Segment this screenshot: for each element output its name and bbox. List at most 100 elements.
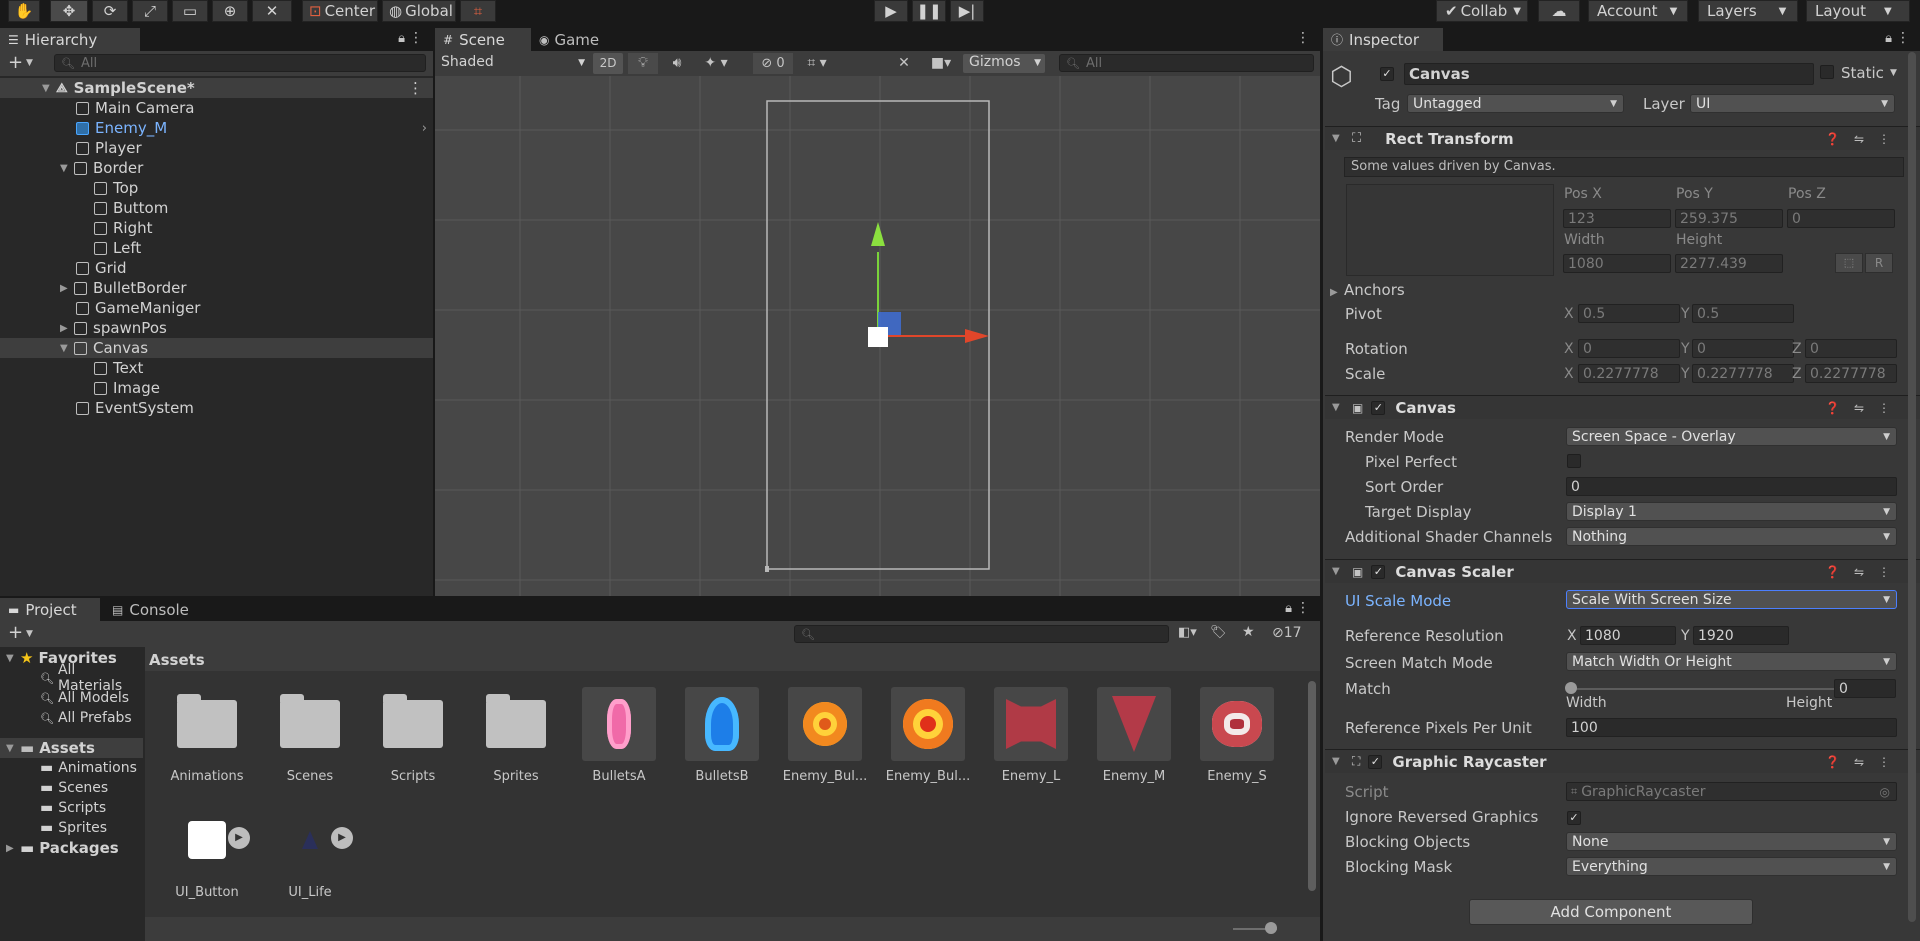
target-display-dropdown[interactable]: Display 1 ▼	[1566, 502, 1897, 521]
project-search-input[interactable]: 🔍︎	[794, 625, 1169, 643]
audio-icon[interactable]: 🔊︎	[662, 53, 692, 74]
enabled-checkbox[interactable]: ✓	[1371, 564, 1386, 579]
tab-hierarchy[interactable]: ☰ Hierarchy	[0, 28, 140, 51]
help-icon[interactable]: ❓	[1825, 132, 1840, 146]
step-button[interactable]: ▶|	[950, 0, 984, 22]
y-axis-arrow[interactable]	[871, 222, 885, 246]
chevron-down-icon[interactable]: ▼	[26, 629, 33, 639]
pixel-perfect-checkbox[interactable]	[1567, 454, 1581, 472]
scene-row[interactable]: ▼ ⟁ SampleScene* ⋮	[0, 78, 433, 98]
list-item[interactable]: Buttom	[0, 198, 433, 218]
ui-scale-mode-dropdown[interactable]: Scale With Screen Size ▼	[1566, 590, 1897, 609]
effects-icon[interactable]: ✦ ▾	[696, 53, 736, 74]
chevron-down-icon[interactable]: ▼	[1890, 68, 1897, 78]
list-item[interactable]: 🔍︎ All Models	[0, 688, 143, 708]
move-tool-icon[interactable]: ✥	[50, 0, 88, 22]
hand-tool-icon[interactable]: ✋	[8, 0, 40, 22]
reference-x-field[interactable]: 1080	[1580, 626, 1676, 645]
blueprint-mode-icon[interactable]: ⬚	[1835, 253, 1863, 273]
scene-viewport[interactable]	[435, 76, 1320, 596]
asset-item[interactable]: Enemy_L	[983, 687, 1079, 784]
custom-tool-icon[interactable]: ✕	[252, 0, 292, 22]
asset-item[interactable]: Scripts	[365, 687, 461, 784]
thumbnail-size-slider[interactable]	[1265, 922, 1277, 934]
help-icon[interactable]: ❓	[1825, 755, 1840, 769]
plus-icon[interactable]: +	[8, 52, 23, 73]
pause-button[interactable]: ❚❚	[912, 0, 946, 22]
match-slider-thumb[interactable]	[1565, 682, 1577, 694]
hidden-packages-toggle[interactable]: ⊘17	[1272, 625, 1302, 641]
expand-triangle-icon[interactable]: ▼	[6, 743, 20, 754]
kebab-menu-icon[interactable]: ⋮	[1296, 30, 1310, 46]
center-handle[interactable]	[868, 327, 888, 347]
expand-triangle-icon[interactable]: ▼	[6, 653, 20, 664]
shader-channels-dropdown[interactable]: Nothing ▼	[1566, 527, 1897, 546]
tab-scene[interactable]: # Scene	[435, 28, 531, 51]
chevron-right-icon[interactable]: ›	[422, 121, 427, 136]
asset-item[interactable]: BulletsB	[674, 687, 770, 784]
list-item[interactable]: ▼ Border	[0, 158, 433, 178]
graphic-raycaster-header[interactable]: ▼ ⛶ ✓ Graphic Raycaster ❓ ⇋ ⋮	[1325, 749, 1920, 773]
asset-item[interactable]: Animations	[159, 687, 255, 784]
list-item[interactable]: ▶ BulletBorder	[0, 278, 433, 298]
filter-by-label-icon[interactable]: 🏷︎	[1210, 625, 1227, 640]
collapse-triangle-icon[interactable]: ▶	[6, 843, 20, 854]
preset-icon[interactable]: ⇋	[1854, 565, 1864, 579]
play-circle-icon[interactable]: ▶	[228, 827, 250, 849]
lock-icon[interactable]: 🔒︎	[1885, 31, 1892, 46]
account-dropdown[interactable]: Account ▼	[1588, 0, 1688, 22]
plus-icon[interactable]: +	[8, 622, 23, 643]
expand-triangle-icon[interactable]: ▼	[1332, 566, 1346, 577]
layers-dropdown[interactable]: Layers ▼	[1698, 0, 1798, 22]
rect-tool-icon[interactable]: ▭	[172, 0, 208, 22]
asset-item[interactable]: Enemy_Bul...	[880, 687, 976, 784]
help-icon[interactable]: ❓	[1825, 565, 1840, 579]
kebab-menu-icon[interactable]: ⋮	[1878, 755, 1890, 769]
collapse-triangle-icon[interactable]: ▶	[60, 283, 74, 294]
kebab-menu-icon[interactable]: ⋮	[1896, 30, 1910, 46]
list-item[interactable]: Main Camera	[0, 98, 433, 118]
static-checkbox[interactable]	[1820, 65, 1834, 83]
enabled-checkbox[interactable]: ✓	[1368, 754, 1383, 769]
list-item[interactable]: ▬ Scenes	[0, 778, 143, 798]
kebab-menu-icon[interactable]: ⋮	[408, 79, 423, 97]
expand-triangle-icon[interactable]: ▼	[60, 343, 74, 354]
reference-ppu-field[interactable]: 100	[1566, 718, 1897, 737]
list-item[interactable]: ▬ Scripts	[0, 798, 143, 818]
match-slider-track[interactable]	[1570, 688, 1834, 690]
gizmos-dropdown[interactable]: Gizmos ▼	[963, 54, 1045, 73]
blocking-objects-dropdown[interactable]: None ▼	[1566, 832, 1897, 851]
render-mode-dropdown[interactable]: Screen Space - Overlay ▼	[1566, 427, 1897, 446]
help-icon[interactable]: ❓	[1825, 401, 1840, 415]
asset-item[interactable]: ▶ UI_Button	[159, 803, 255, 900]
add-component-button[interactable]: Add Component	[1469, 899, 1753, 925]
tag-dropdown[interactable]: Untagged ▼	[1407, 94, 1624, 113]
list-item[interactable]: ▬ Sprites	[0, 818, 143, 838]
tab-inspector[interactable]: ⓘ Inspector	[1323, 28, 1443, 51]
tab-console[interactable]: ▤ Console	[104, 598, 204, 621]
blocking-mask-dropdown[interactable]: Everything ▼	[1566, 857, 1897, 876]
x-axis-arrow[interactable]	[965, 329, 989, 343]
list-item[interactable]: Left	[0, 238, 433, 258]
packages-row[interactable]: ▶ ▬ Packages	[0, 838, 143, 858]
assets-row[interactable]: ▼ ▬ Assets	[0, 738, 143, 758]
list-item[interactable]: Image	[0, 378, 433, 398]
asset-scrollbar[interactable]	[1308, 681, 1316, 891]
list-item-selected[interactable]: ▼ Canvas	[0, 338, 433, 358]
grid-toggle-icon[interactable]: ⌗ ▾	[797, 53, 837, 74]
collapse-triangle-icon[interactable]: ▶	[1330, 287, 1344, 298]
kebab-menu-icon[interactable]: ⋮	[409, 30, 423, 46]
2d-toggle[interactable]: 2D	[593, 53, 623, 74]
chevron-down-icon[interactable]: ▼	[26, 58, 33, 68]
layer-dropdown[interactable]: UI ▼	[1690, 94, 1895, 113]
list-item[interactable]: Text	[0, 358, 433, 378]
expand-triangle-icon[interactable]: ▼	[1332, 756, 1346, 767]
preset-icon[interactable]: ⇋	[1854, 132, 1864, 146]
preset-icon[interactable]: ⇋	[1854, 755, 1864, 769]
layout-dropdown[interactable]: Layout ▼	[1806, 0, 1910, 22]
filter-by-type-icon[interactable]: ◧▾	[1178, 625, 1197, 640]
cloud-icon[interactable]: ☁	[1538, 0, 1580, 22]
list-item[interactable]: 🔍︎ All Prefabs	[0, 708, 143, 728]
screen-match-mode-dropdown[interactable]: Match Width Or Height ▼	[1566, 652, 1897, 671]
rect-transform-header[interactable]: ▼ ⛶ Rect Transform ❓ ⇋ ⋮	[1325, 126, 1920, 150]
